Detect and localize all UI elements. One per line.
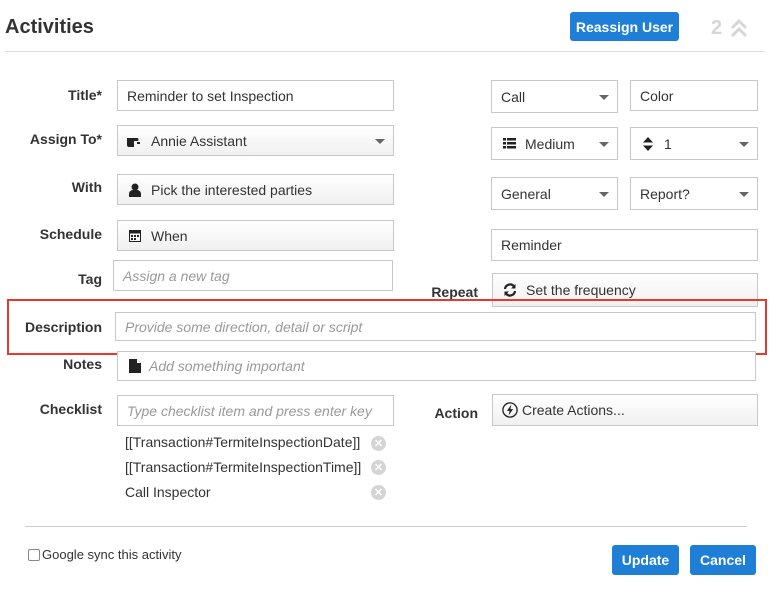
person-icon: [127, 182, 143, 198]
double-chevron-up-icon[interactable]: [729, 17, 749, 39]
schedule-value: When: [151, 227, 188, 244]
notes-placeholder: Add something important: [149, 358, 305, 374]
assign-to-select[interactable]: Annie Assistant: [117, 125, 394, 156]
color-value: Color: [640, 87, 674, 104]
footer-divider: [25, 526, 747, 527]
category-value: General: [501, 185, 551, 202]
document-icon: [127, 358, 143, 374]
lightning-icon: [502, 402, 518, 418]
checklist-label: Checklist: [39, 401, 102, 417]
title-value: Reminder to set Inspection: [127, 87, 294, 104]
sort-arrows-icon: [640, 136, 656, 152]
checklist-item: Call Inspector: [125, 484, 211, 500]
reminder-value: Reminder: [501, 237, 562, 253]
google-sync-checkbox[interactable]: [28, 549, 40, 561]
order-value: 1: [664, 135, 672, 152]
reassign-user-button[interactable]: Reassign User: [570, 12, 679, 41]
action-select[interactable]: Create Actions...: [492, 394, 758, 426]
schedule-label: Schedule: [39, 226, 102, 242]
with-label: With: [71, 179, 102, 195]
close-circle-icon[interactable]: ✕: [371, 460, 386, 475]
priority-value: Medium: [525, 135, 575, 152]
title-input[interactable]: Reminder to set Inspection: [117, 80, 394, 111]
type-select[interactable]: Call: [491, 80, 618, 113]
checklist-input[interactable]: Type checklist item and press enter key: [117, 395, 394, 426]
assign-to-label: Assign To*: [29, 131, 102, 147]
chevron-down-icon: [599, 94, 609, 100]
priority-select[interactable]: Medium: [491, 127, 618, 160]
google-sync-label: Google sync this activity: [42, 547, 182, 562]
tag-label: Tag: [78, 271, 102, 287]
report-select[interactable]: Report?: [630, 177, 758, 210]
assign-to-value: Annie Assistant: [151, 132, 247, 149]
header-divider: [5, 51, 765, 52]
checklist-item: [[Transaction#TermiteInspectionDate]]: [125, 434, 361, 450]
close-circle-icon[interactable]: ✕: [371, 436, 386, 451]
report-value: Report?: [640, 185, 690, 202]
description-label: Description: [24, 319, 102, 335]
type-value: Call: [501, 88, 526, 105]
chevron-down-icon: [599, 191, 609, 197]
checklist-item: [[Transaction#TermiteInspectionTime]]: [125, 459, 362, 475]
reminder-input[interactable]: Reminder: [491, 229, 758, 261]
with-value: Pick the interested parties: [151, 181, 313, 198]
notes-label: Notes: [63, 356, 102, 372]
chevron-down-icon: [739, 141, 749, 147]
calendar-icon: [127, 228, 143, 244]
page-title: Activities: [5, 16, 94, 38]
color-picker[interactable]: Color: [630, 80, 758, 111]
close-circle-icon[interactable]: ✕: [371, 485, 386, 500]
chevron-down-icon: [375, 138, 385, 144]
chevron-down-icon: [599, 141, 609, 147]
tag-placeholder: Assign a new tag: [123, 267, 230, 284]
order-select[interactable]: 1: [630, 127, 758, 160]
repeat-value: Set the frequency: [526, 282, 636, 298]
description-placeholder: Provide some direction, detail or script: [125, 318, 363, 335]
action-value: Create Actions...: [522, 402, 625, 418]
action-label: Action: [434, 405, 478, 421]
title-label: Title*: [68, 87, 102, 103]
category-select[interactable]: General: [491, 177, 618, 210]
chevron-down-icon: [739, 191, 749, 197]
update-button[interactable]: Update: [612, 545, 679, 575]
pointing-hand-icon: [127, 133, 143, 149]
checklist-placeholder: Type checklist item and press enter key: [127, 402, 372, 419]
notes-input[interactable]: Add something important: [117, 351, 756, 381]
activity-count: 2: [711, 17, 723, 39]
list-icon: [501, 136, 517, 152]
tag-input[interactable]: Assign a new tag: [113, 260, 393, 291]
cancel-button[interactable]: Cancel: [690, 545, 756, 575]
description-input[interactable]: Provide some direction, detail or script: [115, 312, 756, 341]
with-select[interactable]: Pick the interested parties: [117, 174, 394, 205]
repeat-label: Repeat: [431, 284, 478, 300]
schedule-select[interactable]: When: [117, 220, 394, 251]
refresh-icon: [502, 282, 518, 298]
